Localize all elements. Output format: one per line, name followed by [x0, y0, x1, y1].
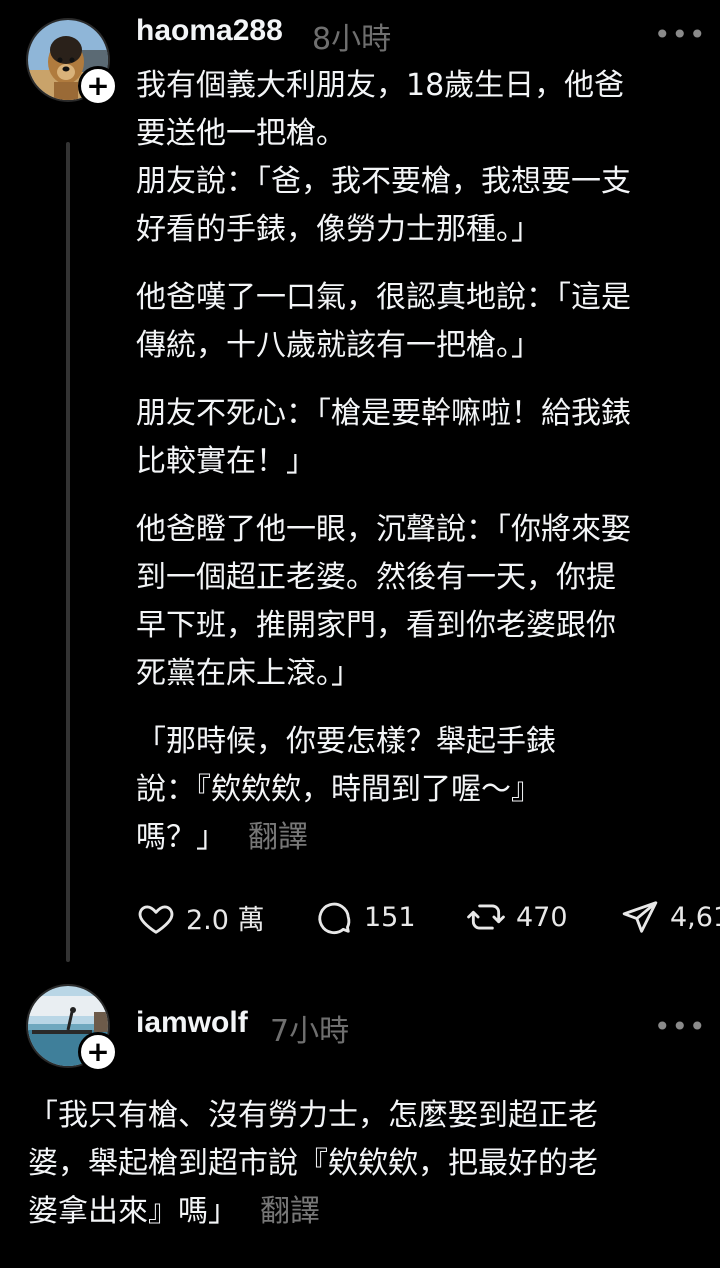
follow-plus-icon[interactable]: +: [78, 1032, 118, 1072]
repost-count: 470: [516, 901, 568, 933]
paragraph-2: 他爸嘆了一口氣，很認真地說：「這是 傳統，十八歲就該有一把槍。」: [136, 280, 631, 363]
post-iamwolf: + iamwolf 7小時 ••• 「我只有槍、沒有勞力士，怎麼娶到超正老 婆，…: [0, 970, 720, 1268]
comment-icon: [318, 902, 351, 935]
paragraph-5-text: 「那時候，你要怎樣？舉起手錶 說：『欸欸欸，時間到了喔～』 嗎？」: [136, 724, 556, 855]
more-options-icon[interactable]: •••: [654, 18, 707, 51]
reply-paragraph: 「我只有槍、沒有勞力士，怎麼娶到超正老 婆，舉起槍到超市說『欸欸欸，把最好的老 …: [28, 1092, 708, 1236]
follow-plus-icon[interactable]: +: [78, 66, 118, 106]
action-bar: 2.0 萬 151 470 4,61: [136, 896, 720, 940]
like-button[interactable]: 2.0 萬: [136, 898, 265, 937]
paragraph-4: 他爸瞪了他一眼，沉聲說：「你將來娶 到一個超正老婆。然後有一天，你提 早下班，推…: [136, 512, 631, 691]
comment-button[interactable]: 151: [314, 898, 416, 936]
paragraph-1: 我有個義大利朋友，18歲生日，他爸 要送他一把槍。 朋友說：「爸，我不要槍，我想…: [136, 68, 631, 247]
post-haoma288: + haoma288 8小時 ••• 我有個義大利朋友，18歲生日，他爸 要送他…: [0, 0, 720, 970]
share-button[interactable]: 4,61: [620, 898, 720, 936]
post-body: 我有個義大利朋友，18歲生日，他爸 要送他一把槍。 朋友說：「爸，我不要槍，我想…: [136, 62, 706, 882]
paragraph-3: 朋友不死心：「槍是要幹嘛啦！給我錶 比較實在！」: [136, 396, 631, 479]
avatar-wrap[interactable]: +: [26, 18, 118, 106]
send-icon: [622, 901, 658, 933]
share-count: 4,61: [670, 901, 720, 933]
avatar-wrap[interactable]: +: [26, 984, 118, 1072]
more-options-icon[interactable]: •••: [654, 1010, 707, 1043]
repost-icon: [467, 904, 505, 930]
translate-link[interactable]: 翻譯: [248, 820, 308, 855]
translate-link[interactable]: 翻譯: [260, 1194, 320, 1229]
thread-line: [66, 142, 70, 962]
reply-body: 「我只有槍、沒有勞力士，怎麼娶到超正老 婆，舉起槍到超市說『欸欸欸，把最好的老 …: [28, 1092, 708, 1256]
post-time: 7小時: [270, 1014, 350, 1049]
heart-icon: [138, 904, 174, 934]
comment-count: 151: [364, 901, 416, 933]
repost-button[interactable]: 470: [466, 898, 568, 936]
like-count: 2.0 萬: [186, 905, 265, 936]
username[interactable]: iamwolf: [136, 1006, 248, 1040]
post-time: 8小時: [312, 22, 392, 57]
paragraph-5: 「那時候，你要怎樣？舉起手錶 說：『欸欸欸，時間到了喔～』 嗎？」 翻譯: [136, 718, 706, 862]
username[interactable]: haoma288: [136, 14, 283, 48]
